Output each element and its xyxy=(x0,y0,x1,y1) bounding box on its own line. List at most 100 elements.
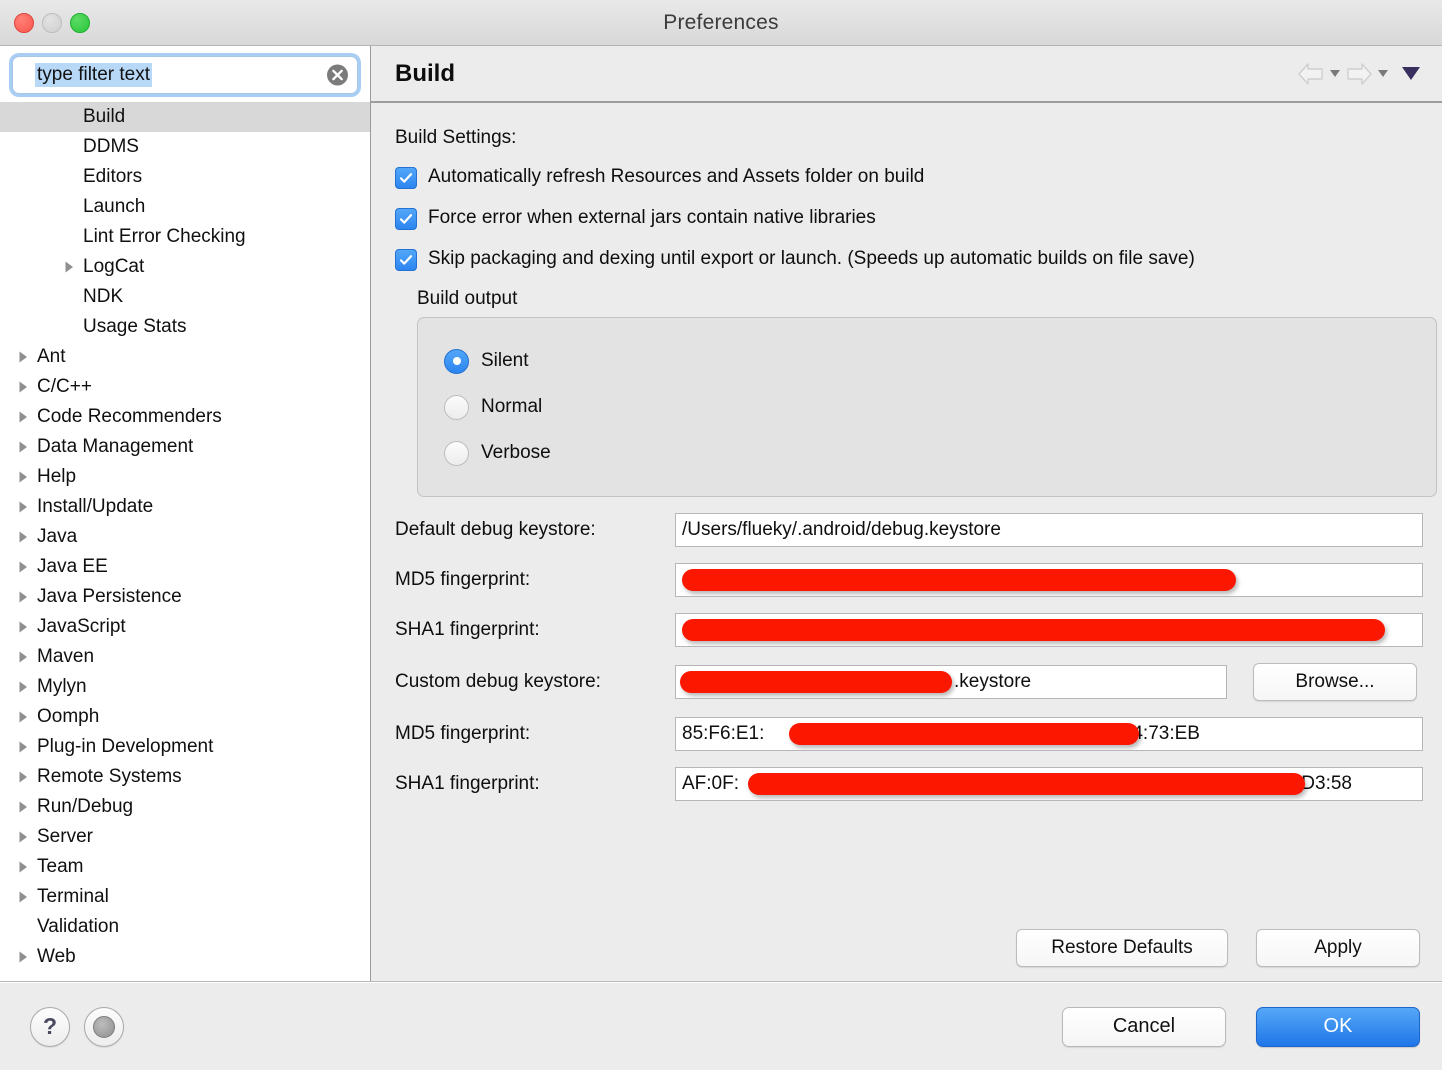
expand-triangle-icon[interactable] xyxy=(12,890,34,904)
sidebar-item-javascript[interactable]: JavaScript xyxy=(0,612,370,642)
import-export-disc xyxy=(93,1016,115,1038)
expand-triangle-icon[interactable] xyxy=(12,710,34,724)
view-menu-icon[interactable] xyxy=(1402,67,1420,80)
sidebar-item-launch[interactable]: Launch xyxy=(0,192,370,222)
text-input[interactable]: AF:0F::D3:58 xyxy=(675,767,1423,801)
expand-triangle-icon[interactable] xyxy=(12,410,34,424)
redaction-bar xyxy=(789,723,1139,745)
radio-input[interactable] xyxy=(444,349,469,374)
expand-triangle-icon[interactable] xyxy=(12,860,34,874)
redaction-bar xyxy=(682,569,1236,591)
build-output-option[interactable]: Normal xyxy=(418,384,1436,430)
keystore-field-row: MD5 fingerprint: xyxy=(395,563,1420,597)
expand-triangle-icon[interactable] xyxy=(58,260,80,274)
forward-button[interactable] xyxy=(1344,61,1388,87)
sidebar-item-label: Terminal xyxy=(34,886,109,908)
expand-triangle-icon[interactable] xyxy=(12,440,34,454)
expand-triangle-icon[interactable] xyxy=(12,830,34,844)
sidebar-item-ddms[interactable]: DDMS xyxy=(0,132,370,162)
sidebar-item-java[interactable]: Java xyxy=(0,522,370,552)
sidebar-item-help[interactable]: Help xyxy=(0,462,370,492)
sidebar-item-validation[interactable]: Validation xyxy=(0,912,370,942)
apply-button[interactable]: Apply xyxy=(1256,929,1420,967)
expand-triangle-icon[interactable] xyxy=(12,350,34,364)
custom-debug-keystore-label: Custom debug keystore: xyxy=(395,671,675,693)
checkbox-input[interactable] xyxy=(395,167,417,189)
checkbox-input[interactable] xyxy=(395,208,417,230)
sidebar-item-label: Java Persistence xyxy=(34,586,182,608)
forward-arrow-icon xyxy=(1344,61,1374,87)
sidebar-item-terminal[interactable]: Terminal xyxy=(0,882,370,912)
text-input[interactable]: /Users/flueky/.android/debug.keystore xyxy=(675,513,1423,547)
sidebar-item-run-debug[interactable]: Run/Debug xyxy=(0,792,370,822)
sidebar-item-lint-error-checking[interactable]: Lint Error Checking xyxy=(0,222,370,252)
sidebar-item-ndk[interactable]: NDK xyxy=(0,282,370,312)
expand-triangle-icon[interactable] xyxy=(12,950,34,964)
search-input-value: type filter text xyxy=(35,63,152,87)
sidebar-item-server[interactable]: Server xyxy=(0,822,370,852)
expand-triangle-icon[interactable] xyxy=(12,530,34,544)
expand-triangle-icon[interactable] xyxy=(12,680,34,694)
sidebar-item-install-update[interactable]: Install/Update xyxy=(0,492,370,522)
expand-triangle-icon[interactable] xyxy=(12,590,34,604)
build-output-legend: Build output xyxy=(417,288,1420,310)
expand-triangle-icon[interactable] xyxy=(12,380,34,394)
ok-button[interactable]: OK xyxy=(1256,1007,1420,1047)
sidebar-item-mylyn[interactable]: Mylyn xyxy=(0,672,370,702)
clear-circle-icon[interactable] xyxy=(327,65,348,86)
checkbox-label: Skip packaging and dexing until export o… xyxy=(428,247,1195,271)
maximize-button[interactable] xyxy=(70,13,90,33)
sidebar-item-logcat[interactable]: LogCat xyxy=(0,252,370,282)
expand-triangle-icon[interactable] xyxy=(12,740,34,754)
import-export-icon[interactable] xyxy=(84,1007,124,1047)
keystore-field-list: Default debug keystore:/Users/flueky/.an… xyxy=(395,513,1420,647)
sidebar-item-maven[interactable]: Maven xyxy=(0,642,370,672)
keystore-field-row: SHA1 fingerprint: xyxy=(395,613,1420,647)
close-button[interactable] xyxy=(14,13,34,33)
checkbox-input[interactable] xyxy=(395,249,417,271)
search-input[interactable]: type filter text xyxy=(12,56,358,94)
custom-debug-keystore-input[interactable]: .keystore xyxy=(675,665,1227,699)
radio-input[interactable] xyxy=(444,395,469,420)
sidebar-item-java-persistence[interactable]: Java Persistence xyxy=(0,582,370,612)
build-output-option[interactable]: Silent xyxy=(418,338,1436,384)
text-input[interactable]: 85:F6:E1::A4:73:EB xyxy=(675,717,1423,751)
expand-triangle-icon[interactable] xyxy=(12,620,34,634)
text-input[interactable] xyxy=(675,613,1423,647)
sidebar-item-label: Run/Debug xyxy=(34,796,133,818)
sidebar-item-usage-stats[interactable]: Usage Stats xyxy=(0,312,370,342)
sidebar-item-code-recommenders[interactable]: Code Recommenders xyxy=(0,402,370,432)
expand-triangle-icon[interactable] xyxy=(12,650,34,664)
browse-button[interactable]: Browse... xyxy=(1253,663,1417,701)
radio-label: Normal xyxy=(481,396,542,418)
back-dropdown-caret[interactable] xyxy=(1330,70,1340,77)
expand-triangle-icon[interactable] xyxy=(12,500,34,514)
cancel-button[interactable]: Cancel xyxy=(1062,1007,1226,1047)
text-input[interactable] xyxy=(675,563,1423,597)
expand-triangle-icon[interactable] xyxy=(12,470,34,484)
forward-dropdown-caret[interactable] xyxy=(1378,70,1388,77)
sidebar-item-java-ee[interactable]: Java EE xyxy=(0,552,370,582)
sidebar-item-remote-systems[interactable]: Remote Systems xyxy=(0,762,370,792)
sidebar-item-plug-in-development[interactable]: Plug-in Development xyxy=(0,732,370,762)
sidebar-item-label: Java EE xyxy=(34,556,108,578)
restore-defaults-button[interactable]: Restore Defaults xyxy=(1016,929,1228,967)
sidebar-item-label: Data Management xyxy=(34,436,193,458)
sidebar-item-ant[interactable]: Ant xyxy=(0,342,370,372)
question-mark-icon[interactable]: ? xyxy=(30,1007,70,1047)
sidebar-item-editors[interactable]: Editors xyxy=(0,162,370,192)
preferences-tree[interactable]: BuildDDMSEditorsLaunchLint Error Checkin… xyxy=(0,100,370,981)
sidebar-item-c-c[interactable]: C/C++ xyxy=(0,372,370,402)
back-button[interactable] xyxy=(1296,61,1340,87)
sidebar-item-data-management[interactable]: Data Management xyxy=(0,432,370,462)
radio-input[interactable] xyxy=(444,441,469,466)
expand-triangle-icon[interactable] xyxy=(12,800,34,814)
sidebar-item-team[interactable]: Team xyxy=(0,852,370,882)
build-output-option[interactable]: Verbose xyxy=(418,430,1436,476)
sidebar-item-build[interactable]: Build xyxy=(0,102,370,132)
expand-triangle-icon[interactable] xyxy=(12,560,34,574)
sidebar-item-web[interactable]: Web xyxy=(0,942,370,972)
minimize-button[interactable] xyxy=(42,13,62,33)
expand-triangle-icon[interactable] xyxy=(12,770,34,784)
sidebar-item-oomph[interactable]: Oomph xyxy=(0,702,370,732)
